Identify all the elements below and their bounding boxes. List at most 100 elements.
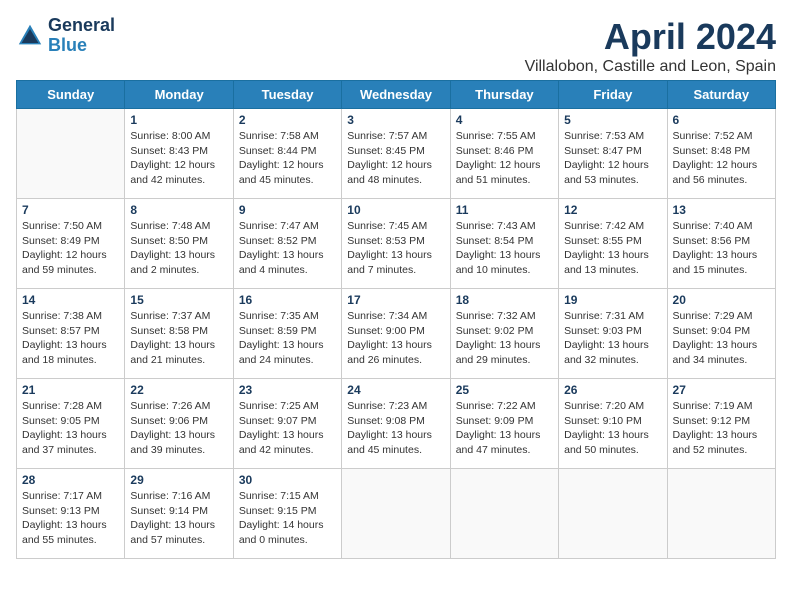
day-info: Sunrise: 7:25 AMSunset: 9:07 PMDaylight:… bbox=[239, 399, 336, 458]
calendar-cell: 12 Sunrise: 7:42 AMSunset: 8:55 PMDayligh… bbox=[559, 199, 667, 289]
day-info: Sunrise: 7:20 AMSunset: 9:10 PMDaylight:… bbox=[564, 399, 661, 458]
day-number: 26 bbox=[564, 383, 661, 397]
day-info: Sunrise: 7:31 AMSunset: 9:03 PMDaylight:… bbox=[564, 309, 661, 368]
day-number: 23 bbox=[239, 383, 336, 397]
day-info: Sunrise: 7:19 AMSunset: 9:12 PMDaylight:… bbox=[673, 399, 770, 458]
calendar-cell: 18 Sunrise: 7:32 AMSunset: 9:02 PMDayligh… bbox=[450, 289, 558, 379]
day-info: Sunrise: 7:16 AMSunset: 9:14 PMDaylight:… bbox=[130, 489, 227, 548]
day-info: Sunrise: 7:34 AMSunset: 9:00 PMDaylight:… bbox=[347, 309, 444, 368]
day-number: 25 bbox=[456, 383, 553, 397]
calendar-cell: 3 Sunrise: 7:57 AMSunset: 8:45 PMDaylight… bbox=[342, 109, 450, 199]
day-number: 20 bbox=[673, 293, 770, 307]
calendar-cell: 8 Sunrise: 7:48 AMSunset: 8:50 PMDaylight… bbox=[125, 199, 233, 289]
day-info: Sunrise: 7:45 AMSunset: 8:53 PMDaylight:… bbox=[347, 219, 444, 278]
week-row-3: 14 Sunrise: 7:38 AMSunset: 8:57 PMDayligh… bbox=[17, 289, 776, 379]
day-info: Sunrise: 7:57 AMSunset: 8:45 PMDaylight:… bbox=[347, 129, 444, 188]
calendar-cell: 1 Sunrise: 8:00 AMSunset: 8:43 PMDaylight… bbox=[125, 109, 233, 199]
day-number: 13 bbox=[673, 203, 770, 217]
calendar-cell: 2 Sunrise: 7:58 AMSunset: 8:44 PMDaylight… bbox=[233, 109, 341, 199]
day-number: 29 bbox=[130, 473, 227, 487]
day-info: Sunrise: 7:35 AMSunset: 8:59 PMDaylight:… bbox=[239, 309, 336, 368]
calendar-cell: 25 Sunrise: 7:22 AMSunset: 9:09 PMDayligh… bbox=[450, 379, 558, 469]
day-info: Sunrise: 7:48 AMSunset: 8:50 PMDaylight:… bbox=[130, 219, 227, 278]
calendar-cell: 11 Sunrise: 7:43 AMSunset: 8:54 PMDayligh… bbox=[450, 199, 558, 289]
title-area: April 2024 Villalobon, Castille and Leon… bbox=[525, 16, 776, 76]
calendar-subtitle: Villalobon, Castille and Leon, Spain bbox=[525, 58, 776, 76]
day-info: Sunrise: 8:00 AMSunset: 8:43 PMDaylight:… bbox=[130, 129, 227, 188]
day-number: 15 bbox=[130, 293, 227, 307]
day-number: 19 bbox=[564, 293, 661, 307]
calendar-title: April 2024 bbox=[525, 16, 776, 58]
logo-icon bbox=[16, 22, 44, 50]
calendar-cell: 22 Sunrise: 7:26 AMSunset: 9:06 PMDayligh… bbox=[125, 379, 233, 469]
calendar-cell: 23 Sunrise: 7:25 AMSunset: 9:07 PMDayligh… bbox=[233, 379, 341, 469]
calendar-cell: 28Sunrise: 7:17 AMSunset: 9:13 PMDayligh… bbox=[17, 469, 125, 559]
day-number: 11 bbox=[456, 203, 553, 217]
weekday-header-saturday: Saturday bbox=[667, 81, 775, 109]
day-info: Sunrise: 7:47 AMSunset: 8:52 PMDaylight:… bbox=[239, 219, 336, 278]
day-number: 16 bbox=[239, 293, 336, 307]
day-number: 28 bbox=[22, 473, 119, 487]
day-info: Sunrise: 7:43 AMSunset: 8:54 PMDaylight:… bbox=[456, 219, 553, 278]
logo: General Blue bbox=[16, 16, 115, 56]
day-number: 22 bbox=[130, 383, 227, 397]
day-number: 7 bbox=[22, 203, 119, 217]
day-number: 18 bbox=[456, 293, 553, 307]
weekday-header-tuesday: Tuesday bbox=[233, 81, 341, 109]
calendar-cell: 4 Sunrise: 7:55 AMSunset: 8:46 PMDaylight… bbox=[450, 109, 558, 199]
calendar-cell: 20 Sunrise: 7:29 AMSunset: 9:04 PMDayligh… bbox=[667, 289, 775, 379]
day-number: 4 bbox=[456, 113, 553, 127]
weekday-header-wednesday: Wednesday bbox=[342, 81, 450, 109]
day-number: 14 bbox=[22, 293, 119, 307]
day-number: 24 bbox=[347, 383, 444, 397]
logo-line1: General bbox=[48, 15, 115, 35]
day-number: 17 bbox=[347, 293, 444, 307]
calendar-table: SundayMondayTuesdayWednesdayThursdayFrid… bbox=[16, 80, 776, 559]
day-info: Sunrise: 7:52 AMSunset: 8:48 PMDaylight:… bbox=[673, 129, 770, 188]
day-info: Sunrise: 7:22 AMSunset: 9:09 PMDaylight:… bbox=[456, 399, 553, 458]
calendar-cell bbox=[559, 469, 667, 559]
day-info: Sunrise: 7:53 AMSunset: 8:47 PMDaylight:… bbox=[564, 129, 661, 188]
day-info: Sunrise: 7:42 AMSunset: 8:55 PMDaylight:… bbox=[564, 219, 661, 278]
day-info: Sunrise: 7:58 AMSunset: 8:44 PMDaylight:… bbox=[239, 129, 336, 188]
calendar-cell: 14 Sunrise: 7:38 AMSunset: 8:57 PMDayligh… bbox=[17, 289, 125, 379]
calendar-cell bbox=[667, 469, 775, 559]
calendar-cell: 21 Sunrise: 7:28 AMSunset: 9:05 PMDayligh… bbox=[17, 379, 125, 469]
calendar-cell: 7 Sunrise: 7:50 AMSunset: 8:49 PMDaylight… bbox=[17, 199, 125, 289]
calendar-cell: 13Sunrise: 7:40 AMSunset: 8:56 PMDayligh… bbox=[667, 199, 775, 289]
day-info: Sunrise: 7:32 AMSunset: 9:02 PMDaylight:… bbox=[456, 309, 553, 368]
calendar-cell: 16 Sunrise: 7:35 AMSunset: 8:59 PMDayligh… bbox=[233, 289, 341, 379]
day-number: 12 bbox=[564, 203, 661, 217]
calendar-cell bbox=[17, 109, 125, 199]
calendar-cell: 9 Sunrise: 7:47 AMSunset: 8:52 PMDaylight… bbox=[233, 199, 341, 289]
weekday-header-monday: Monday bbox=[125, 81, 233, 109]
day-info: Sunrise: 7:23 AMSunset: 9:08 PMDaylight:… bbox=[347, 399, 444, 458]
calendar-cell: 27 Sunrise: 7:19 AMSunset: 9:12 PMDayligh… bbox=[667, 379, 775, 469]
day-info: Sunrise: 7:38 AMSunset: 8:57 PMDaylight:… bbox=[22, 309, 119, 368]
day-number: 30 bbox=[239, 473, 336, 487]
day-number: 8 bbox=[130, 203, 227, 217]
page-header: General Blue April 2024 Villalobon, Cast… bbox=[16, 16, 776, 76]
weekday-header-thursday: Thursday bbox=[450, 81, 558, 109]
day-number: 3 bbox=[347, 113, 444, 127]
calendar-cell: 6 Sunrise: 7:52 AMSunset: 8:48 PMDaylight… bbox=[667, 109, 775, 199]
day-info: Sunrise: 7:29 AMSunset: 9:04 PMDaylight:… bbox=[673, 309, 770, 368]
day-number: 9 bbox=[239, 203, 336, 217]
calendar-cell: 30Sunrise: 7:15 AMSunset: 9:15 PMDayligh… bbox=[233, 469, 341, 559]
day-info: Sunrise: 7:37 AMSunset: 8:58 PMDaylight:… bbox=[130, 309, 227, 368]
day-info: Sunrise: 7:55 AMSunset: 8:46 PMDaylight:… bbox=[456, 129, 553, 188]
day-info: Sunrise: 7:28 AMSunset: 9:05 PMDaylight:… bbox=[22, 399, 119, 458]
day-info: Sunrise: 7:26 AMSunset: 9:06 PMDaylight:… bbox=[130, 399, 227, 458]
day-number: 21 bbox=[22, 383, 119, 397]
calendar-cell: 17 Sunrise: 7:34 AMSunset: 9:00 PMDayligh… bbox=[342, 289, 450, 379]
logo-line2: Blue bbox=[48, 35, 87, 55]
week-row-1: 1 Sunrise: 8:00 AMSunset: 8:43 PMDaylight… bbox=[17, 109, 776, 199]
logo-text: General Blue bbox=[48, 16, 115, 56]
calendar-cell: 29 Sunrise: 7:16 AMSunset: 9:14 PMDayligh… bbox=[125, 469, 233, 559]
day-number: 1 bbox=[130, 113, 227, 127]
day-number: 2 bbox=[239, 113, 336, 127]
day-number: 6 bbox=[673, 113, 770, 127]
day-number: 27 bbox=[673, 383, 770, 397]
day-info: Sunrise: 7:50 AMSunset: 8:49 PMDaylight:… bbox=[22, 219, 119, 278]
week-row-5: 28Sunrise: 7:17 AMSunset: 9:13 PMDayligh… bbox=[17, 469, 776, 559]
